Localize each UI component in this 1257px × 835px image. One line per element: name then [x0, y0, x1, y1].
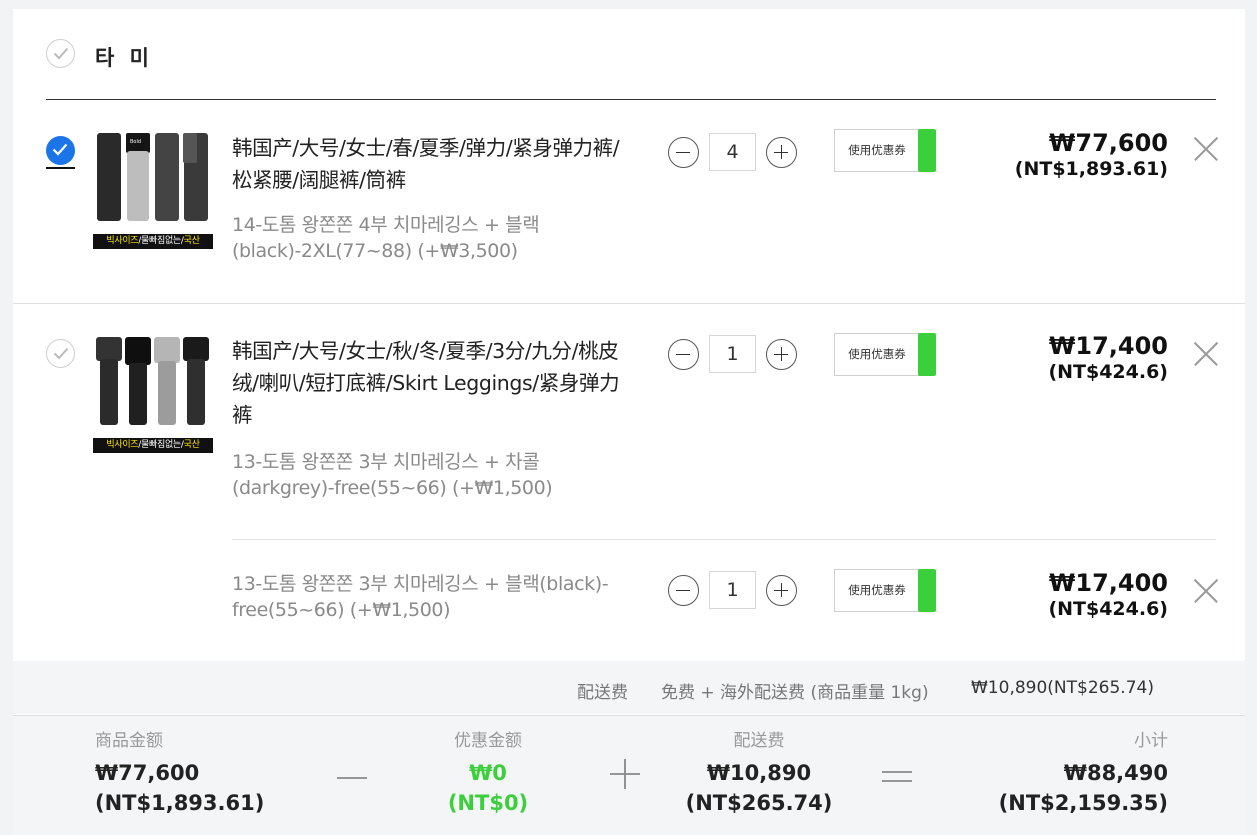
summary-subtotal-label: 小计	[1134, 731, 1168, 751]
item-1-price: ₩77,600 (NT$1,893.61)	[928, 129, 1168, 181]
price-krw: ₩17,400	[1048, 569, 1168, 597]
check-icon	[53, 47, 69, 60]
summary-subtotal-krw: ₩88,490	[1063, 761, 1168, 785]
minus-button[interactable]	[668, 339, 699, 370]
shipping-detail: 免费 + 海外配送费 (商品重量 1kg)	[661, 683, 929, 703]
svg-text:Bold: Bold	[130, 139, 141, 145]
item-3-quantity-stepper: 1	[668, 571, 800, 611]
minus-button[interactable]	[668, 137, 699, 168]
price-krw: ₩77,600	[1048, 129, 1168, 157]
price-ntd: (NT$424.6)	[1048, 598, 1168, 620]
plus-button[interactable]	[766, 575, 797, 606]
coupon-label: 使用优惠券	[834, 333, 920, 376]
item-1-title[interactable]: 韩国产/大号/女士/春/夏季/弹力/紧身弹力裤/松紧腰/阔腿裤/筒裤	[232, 132, 632, 196]
shop-name: 타 미	[95, 46, 153, 70]
item-1-quantity-stepper: 4	[668, 133, 800, 173]
item-2-checkbox[interactable]	[46, 339, 75, 368]
leggings-product-image: Bold	[97, 133, 208, 221]
item-3-remove-icon[interactable]	[1193, 578, 1219, 604]
item-2-price: ₩17,400 (NT$424.6)	[928, 332, 1168, 384]
summary-subtotal: 小计 ₩88,490 (NT$2,159.35)	[968, 730, 1168, 818]
item-1-checkbox[interactable]	[46, 136, 75, 165]
item-1-remove-icon[interactable]	[1193, 136, 1219, 162]
option-divider	[232, 539, 1216, 540]
summary-discount: 优惠金额 ₩0 (NT$0)	[413, 730, 563, 818]
summary-goods-krw: ₩77,600	[95, 761, 200, 785]
summary-goods: 商品金额 ₩77,600 (NT$1,893.61)	[95, 730, 295, 818]
quantity-input[interactable]: 1	[709, 571, 756, 609]
plus-operator-icon	[610, 759, 640, 789]
shop-header: 타 미	[13, 9, 1245, 100]
equals-operator-icon	[882, 771, 912, 782]
price-ntd: (NT$424.6)	[1048, 361, 1168, 383]
shipping-label: 配送费	[577, 683, 628, 703]
skirt-leggings-product-image	[96, 337, 209, 425]
summary-delivery-krw: ₩10,890	[706, 761, 812, 785]
summary-subtotal-ntd: (NT$2,159.35)	[998, 791, 1168, 815]
summary-discount-label: 优惠金额	[454, 731, 522, 751]
check-icon	[53, 347, 69, 360]
item-3-coupon-button[interactable]: 使用优惠券	[834, 569, 936, 612]
coupon-label: 使用优惠券	[834, 569, 920, 612]
summary-delivery-label: 配送费	[733, 731, 785, 751]
price-ntd: (NT$1,893.61)	[1014, 158, 1168, 180]
item-2-coupon-button[interactable]: 使用优惠券	[834, 333, 936, 376]
item-2-remove-icon[interactable]	[1193, 341, 1219, 367]
price-krw: ₩17,400	[1048, 332, 1168, 360]
summary-delivery-ntd: (NT$265.74)	[685, 791, 833, 815]
item-3-option: 13-도톰 왕쫀쫀 3부 치마레깅스 + 블랙(black)-free(55~6…	[232, 573, 609, 621]
coupon-label: 使用优惠券	[834, 129, 920, 172]
item-2-quantity-stepper: 1	[668, 335, 800, 375]
item-1-thumbnail[interactable]: Bold 빅사이즈/물빠짐없는/국산	[93, 129, 213, 249]
item-2-option: 13-도톰 왕쫀쫀 3부 치마레깅스 + 차콜(darkgrey)-free(5…	[232, 451, 553, 499]
shop-divider	[46, 99, 1216, 100]
quantity-input[interactable]: 1	[709, 335, 756, 373]
thumbnail-banner: 빅사이즈/물빠짐없는/국산	[93, 438, 213, 453]
summary-discount-ntd: (NT$0)	[447, 791, 529, 815]
item-2-thumbnail[interactable]: 빅사이즈/물빠짐없는/국산	[93, 333, 213, 453]
summary-goods-ntd: (NT$1,893.61)	[95, 791, 265, 815]
shipping-amount: ₩10,890(NT$265.74)	[971, 678, 1154, 698]
thumbnail-banner: 빅사이즈/물빠짐없는/국산	[93, 234, 213, 249]
item-divider	[13, 303, 1245, 304]
minus-operator-icon	[337, 777, 367, 779]
plus-button[interactable]	[766, 339, 797, 370]
item-3-price: ₩17,400 (NT$424.6)	[928, 569, 1168, 621]
item-1-coupon-button[interactable]: 使用优惠券	[834, 129, 936, 172]
quantity-input[interactable]: 4	[709, 133, 756, 171]
summary-goods-label: 商品金额	[95, 731, 163, 751]
shop-select-checkbox[interactable]	[46, 39, 75, 68]
check-icon	[52, 143, 68, 156]
shipping-row: 配送费 免费 + 海外配送费 (商品重量 1kg) ₩10,890(NT$265…	[13, 661, 1245, 714]
cart-panel: 타 미 Bold 빅사이즈/물빠짐없는/국산 韩国产/大号/女士/春/夏季/弹力…	[13, 9, 1245, 835]
minus-button[interactable]	[668, 575, 699, 606]
checkbox-focus-underline	[46, 167, 75, 169]
plus-button[interactable]	[766, 137, 797, 168]
summary-discount-krw: ₩0	[469, 761, 507, 785]
summary-delivery: 配送费 ₩10,890 (NT$265.74)	[679, 730, 839, 818]
item-1-option: 14-도톰 왕쫀쫀 4부 치마레깅스 + 블랙(black)-2XL(77~88…	[232, 214, 540, 262]
order-summary: 商品金额 ₩77,600 (NT$1,893.61) 优惠金额 ₩0 (NT$0…	[13, 715, 1245, 835]
item-2-title[interactable]: 韩国产/大号/女士/秋/冬/夏季/3分/九分/桃皮绒/喇叭/短打底裤/Skirt…	[232, 335, 632, 431]
